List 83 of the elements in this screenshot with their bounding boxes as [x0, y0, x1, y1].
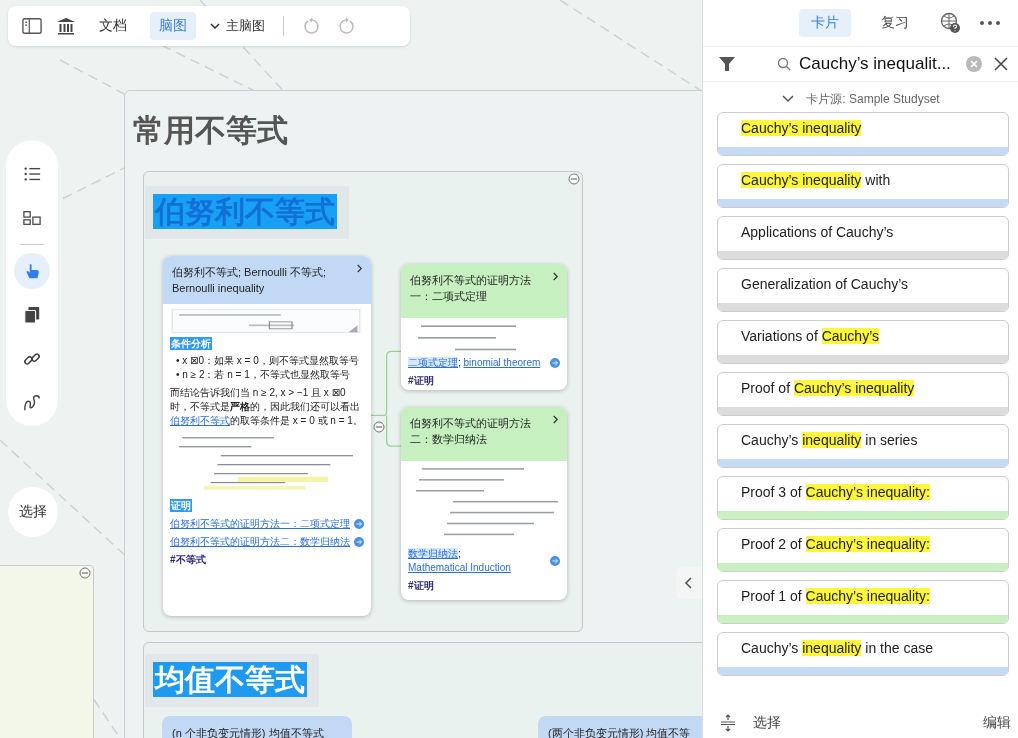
card-link[interactable]: Mathematical Induction [408, 562, 511, 573]
bullet-text: • n ≥ 2：若 n = 1，不等式也显然取等号 [176, 368, 351, 382]
search-field[interactable]: Cauchy’s inequalit... [747, 54, 955, 74]
flashcard[interactable]: Proof 3 of Cauchy’s inequality: [717, 476, 1009, 520]
term-link[interactable]: 数学归纳法 [408, 548, 458, 559]
flashcard[interactable]: Cauchy’s inequality [717, 112, 1009, 156]
paragraph: 而结论告诉我们当 n ≥ 2, x > −1 且 x ⊠0 时，不等式是严格的，因此我们还可以看出 伯努利不等式的取等条件是 x = 0 或 n = 1。 [170, 386, 364, 428]
term-link[interactable]: 二项式定理 [408, 357, 458, 368]
flashcard[interactable]: Cauchy’s inequality with [717, 164, 1009, 208]
collapse-icon[interactable] [79, 567, 91, 579]
flashcard[interactable]: Variations of Cauchy’s [717, 320, 1009, 364]
curve-icon [22, 394, 42, 412]
card-link[interactable]: 伯努利不等式的证明方法二：数学归纳法 [170, 535, 350, 549]
card-title: 伯努利不等式的证明方法一：二项式定理 [410, 273, 532, 304]
group-heading: 均值不等式 [153, 662, 307, 697]
card-title: Variations of Cauchy’s [740, 327, 880, 344]
separator-text: ; [458, 357, 461, 368]
filter-icon[interactable] [717, 55, 737, 73]
arrow-circle-icon[interactable] [354, 537, 364, 547]
card-title: Applications of Cauchy’s [740, 223, 895, 240]
layout-icon [22, 209, 42, 227]
card-title: Cauchy’s inequality in the case [740, 639, 934, 656]
chevron-down-icon [782, 95, 795, 103]
map-title: 常用不等式 [133, 112, 288, 150]
collapse-icon[interactable] [373, 421, 385, 433]
separator-text: ; [458, 548, 461, 559]
chevron-right-icon[interactable] [552, 415, 559, 424]
flashcard[interactable]: Proof 2 of Cauchy’s inequality: [717, 528, 1009, 572]
map-selector[interactable]: 主脑图 [210, 17, 265, 35]
select-button[interactable]: 选择 [753, 714, 781, 732]
section-label: 证明 [170, 499, 192, 512]
panel-tab[interactable]: 卡片 [799, 9, 851, 37]
arrow-circle-icon[interactable] [550, 358, 560, 368]
card-title: Proof of Cauchy’s inequality [740, 379, 916, 396]
outline-icon [22, 165, 42, 183]
edit-button[interactable]: 编辑 [983, 714, 1011, 732]
flashcard[interactable]: Cauchy’s inequality in series [717, 424, 1009, 468]
tag[interactable]: #证明 [408, 374, 560, 388]
card-title: Cauchy’s inequality in series [740, 431, 919, 448]
sidebar-icon[interactable] [22, 17, 42, 35]
close-icon[interactable] [993, 56, 1009, 72]
flashcard[interactable]: Applications of Cauchy’s [717, 216, 1009, 260]
select-button[interactable]: 选择 [8, 487, 58, 537]
mind-map-card[interactable]: 伯努利不等式的证明方法二：数学归纳法 数学归纳法; Mathematical Induction #证明 [401, 407, 567, 600]
card-title: 伯努利不等式; Bernoulli 不等式; Bernoulli inequality [172, 265, 328, 296]
view-tab[interactable]: 脑图 [150, 12, 196, 40]
card-title: Cauchy’s inequality with [740, 171, 892, 188]
arrow-circle-icon[interactable] [354, 519, 364, 529]
card-link[interactable]: binomial theorem [463, 357, 541, 368]
chevron-down-icon [210, 23, 220, 29]
card-title: Proof 2 of Cauchy’s inequality: [740, 535, 931, 552]
mind-map-card[interactable] [163, 256, 371, 616]
globe-help-icon[interactable] [939, 12, 961, 34]
card-title: Generalization of Cauchy’s [740, 275, 910, 292]
card-title: Proof 3 of Cauchy’s inequality: [740, 483, 931, 500]
chevron-right-icon[interactable] [356, 264, 363, 273]
chevron-right-icon[interactable] [552, 272, 559, 281]
card-link[interactable]: 伯努利不等式的证明方法一：二项式定理 [170, 517, 350, 531]
section-label: 条件分析 [170, 337, 212, 350]
card-title: 伯努利不等式的证明方法二：数学归纳法 [410, 416, 532, 447]
bullet-text: • x ⊠0：如果 x = 0，则不等式显然取等号 [176, 354, 360, 368]
view-tab[interactable]: 文档 [90, 12, 136, 40]
tag[interactable]: #证明 [408, 579, 560, 593]
mind-map-card[interactable]: 伯努利不等式的证明方法一：二项式定理 二项式定理; binomial theorem #证明 [401, 264, 567, 390]
flashcard[interactable]: Proof 1 of Cauchy’s inequality: [717, 580, 1009, 624]
card-title: Cauchy’s inequality [740, 119, 863, 136]
tag[interactable]: #不等式 [170, 553, 364, 567]
bank-icon[interactable] [56, 17, 76, 35]
source-selector[interactable]: 卡片源: Sample Studyset [703, 86, 1018, 112]
arrow-circle-icon[interactable] [550, 556, 560, 566]
hand-tool[interactable] [14, 253, 50, 289]
collapse-panel-button[interactable] [676, 567, 702, 599]
search-icon [777, 57, 791, 71]
collapse-icon[interactable] [568, 173, 580, 185]
pages-icon [22, 306, 42, 324]
panel-tab[interactable]: 复习 [869, 9, 921, 37]
flashcard[interactable]: Proof of Cauchy’s inequality [717, 372, 1009, 416]
flashcard[interactable]: Cauchy’s inequality in the case [717, 632, 1009, 676]
link-icon [22, 350, 42, 368]
expand-rows-icon[interactable] [719, 714, 737, 732]
inline-link[interactable]: 伯努利不等式 [170, 415, 230, 426]
card-title: Proof 1 of Cauchy’s inequality: [740, 587, 931, 604]
flashcard[interactable]: Generalization of Cauchy’s [717, 268, 1009, 312]
